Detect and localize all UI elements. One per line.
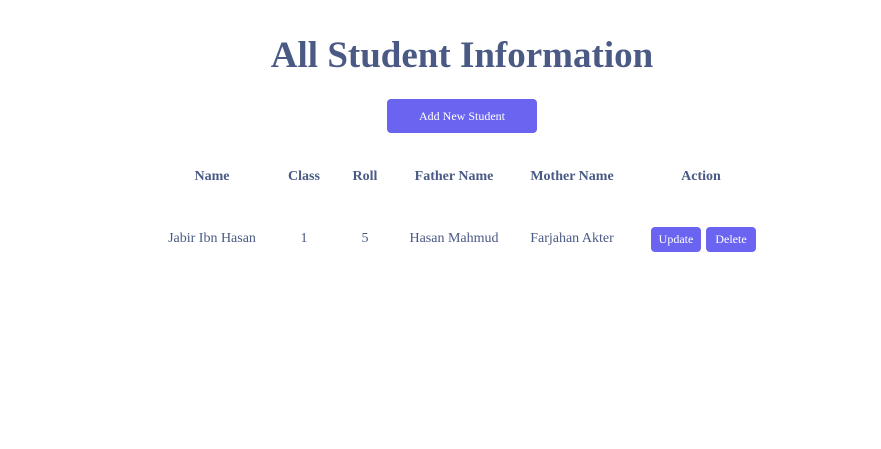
cell-roll: 5	[361, 231, 369, 246]
cell-name: Jabir Ibn Hasan	[168, 231, 256, 246]
header-class: Class	[288, 169, 320, 184]
delete-button[interactable]: Delete	[706, 227, 756, 252]
header-name: Name	[194, 169, 230, 184]
header-father-name: Father Name	[414, 169, 494, 184]
update-button[interactable]: Update	[651, 227, 701, 252]
cell-class: 1	[300, 231, 308, 246]
add-new-student-button[interactable]: Add New Student	[387, 99, 537, 133]
header-action: Action	[681, 169, 721, 184]
cell-mother-name: Farjahan Akter	[530, 231, 614, 246]
page-title: All Student Information	[270, 35, 654, 76]
cell-father-name: Hasan Mahmud	[409, 231, 499, 246]
header-mother-name: Mother Name	[530, 169, 614, 184]
header-roll: Roll	[352, 169, 378, 184]
